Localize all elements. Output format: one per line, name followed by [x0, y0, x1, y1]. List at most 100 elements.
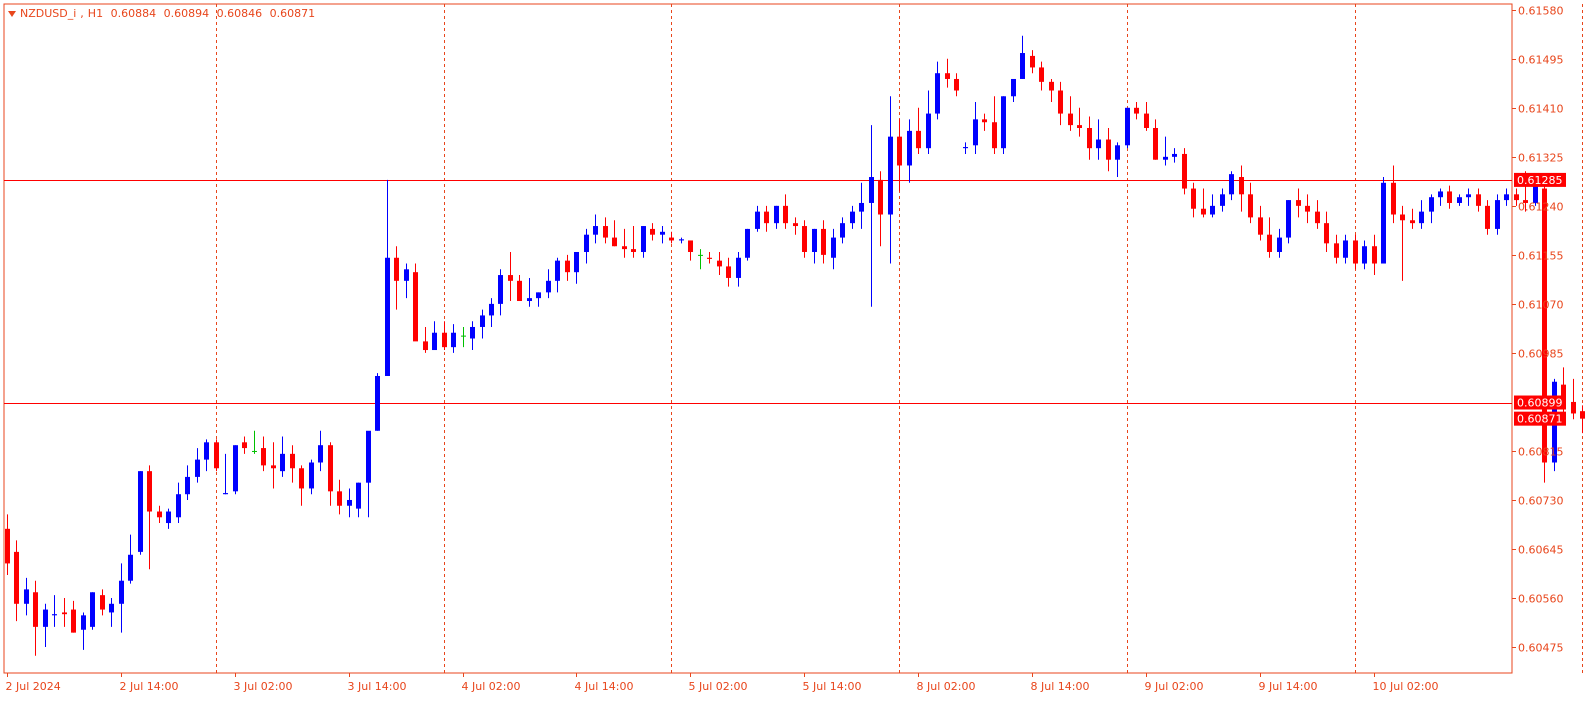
candle-body [1258, 217, 1263, 235]
candle-body [982, 119, 987, 123]
candle-body [669, 237, 674, 241]
candle-body [1030, 55, 1035, 68]
price-chart[interactable]: 0.61580 0.61495 0.61410 0.61325 0.61240 0.611… [0, 0, 1586, 708]
chart-symbol-ohlc: NZDUSD_i, H1 0.60884 0.60894 0.60846 0.60… [20, 7, 319, 20]
open-value: 0.60884 [110, 7, 157, 20]
candle-body [1182, 153, 1187, 189]
candle-body [1343, 240, 1348, 258]
candle-body [916, 130, 921, 149]
candle-body [62, 612, 67, 615]
candle-body [24, 589, 29, 604]
candle-body [963, 147, 968, 149]
candle-body [71, 609, 76, 633]
candle-body [147, 471, 152, 512]
candle-body [631, 249, 636, 252]
candle-body [888, 136, 893, 215]
candle-body [707, 257, 712, 259]
price-tick-label: 0.61325 [1518, 152, 1564, 165]
candle-body [821, 228, 826, 255]
candle-body [432, 332, 437, 351]
candle-body [394, 257, 399, 281]
time-tick-label: 8 Jul 02:00 [917, 680, 976, 693]
candle-body [1353, 240, 1358, 264]
candle-body [878, 179, 883, 215]
candle-body [859, 202, 864, 212]
price-tick-label: 0.61495 [1518, 54, 1564, 67]
candle-body [195, 459, 200, 477]
candle-body [1419, 211, 1424, 224]
candle-body [1134, 107, 1139, 114]
candle-body [1087, 127, 1092, 149]
candle-body [100, 595, 105, 610]
price-tag-label: 0.60899 [1517, 397, 1563, 410]
candle-body [442, 332, 447, 348]
price-tick-label: 0.60730 [1518, 495, 1564, 508]
candle-body [1153, 127, 1158, 160]
candle-body [1001, 96, 1006, 149]
candle-body [840, 223, 845, 238]
candle-body [470, 326, 475, 339]
candle-body [897, 136, 902, 166]
candle-body [907, 130, 912, 166]
price-tick-label: 0.61580 [1518, 5, 1564, 18]
candle-body [831, 237, 836, 258]
candle-body [119, 580, 124, 604]
candle-body [204, 442, 209, 460]
candle-body [185, 476, 190, 495]
candle-body [802, 226, 807, 252]
candle-body [593, 226, 598, 235]
candle-body [650, 228, 655, 235]
price-tick-label: 0.60475 [1518, 642, 1564, 655]
candle-body [1391, 182, 1396, 215]
candle-body [1476, 194, 1481, 206]
candle-body [1277, 237, 1282, 252]
candle-body [451, 332, 456, 348]
candle-body [1429, 197, 1434, 212]
candle-body [1286, 200, 1291, 238]
candle-body [404, 269, 409, 281]
candle-body [660, 231, 665, 235]
candle-body [1381, 182, 1386, 264]
low-value: 0.60846 [216, 7, 263, 20]
timeframe-label: H1 [87, 7, 104, 20]
candle-body [1372, 246, 1377, 264]
candle-body [1267, 234, 1272, 252]
candle-body [717, 260, 722, 267]
candle-body [1229, 174, 1234, 195]
candle-body [574, 251, 579, 273]
candle-body [745, 228, 750, 258]
price-tick-label: 0.61240 [1518, 201, 1564, 214]
candle-body [366, 430, 371, 483]
candle-body [1438, 191, 1443, 198]
dropdown-triangle-icon[interactable] [8, 10, 16, 17]
time-tick-label: 3 Jul 02:00 [234, 680, 293, 693]
candle-body [926, 113, 931, 149]
time-tick-label: 2 Jul 2024 [6, 680, 61, 693]
candle-body [233, 445, 238, 492]
time-tick-label: 4 Jul 14:00 [575, 680, 634, 693]
chart-title[interactable]: NZDUSD_i, H1 0.60884 0.60894 0.60846 0.60… [8, 7, 319, 20]
price-tick-label: 0.60645 [1518, 544, 1564, 557]
candle-body [375, 375, 380, 431]
candle-body [1504, 194, 1509, 201]
candle-body [299, 468, 304, 489]
candle-body [109, 603, 114, 613]
candle-body [1144, 113, 1149, 128]
candle-body [461, 335, 466, 337]
candle-body [1096, 139, 1101, 149]
candle-body [1466, 194, 1471, 198]
candle-body [1011, 78, 1016, 97]
candle-body [242, 442, 247, 449]
candle-body [1400, 214, 1405, 221]
time-tick-label: 10 Jul 02:00 [1373, 680, 1439, 693]
candle-body [1362, 246, 1367, 264]
candle-body [1172, 153, 1177, 157]
candle-body [736, 257, 741, 278]
candle-body [869, 177, 874, 203]
candle-body [945, 73, 950, 79]
candle-body [1315, 211, 1320, 224]
candle-body [214, 442, 219, 469]
candle-body [413, 272, 418, 342]
candle-body [764, 211, 769, 224]
candle-body [1125, 107, 1130, 146]
